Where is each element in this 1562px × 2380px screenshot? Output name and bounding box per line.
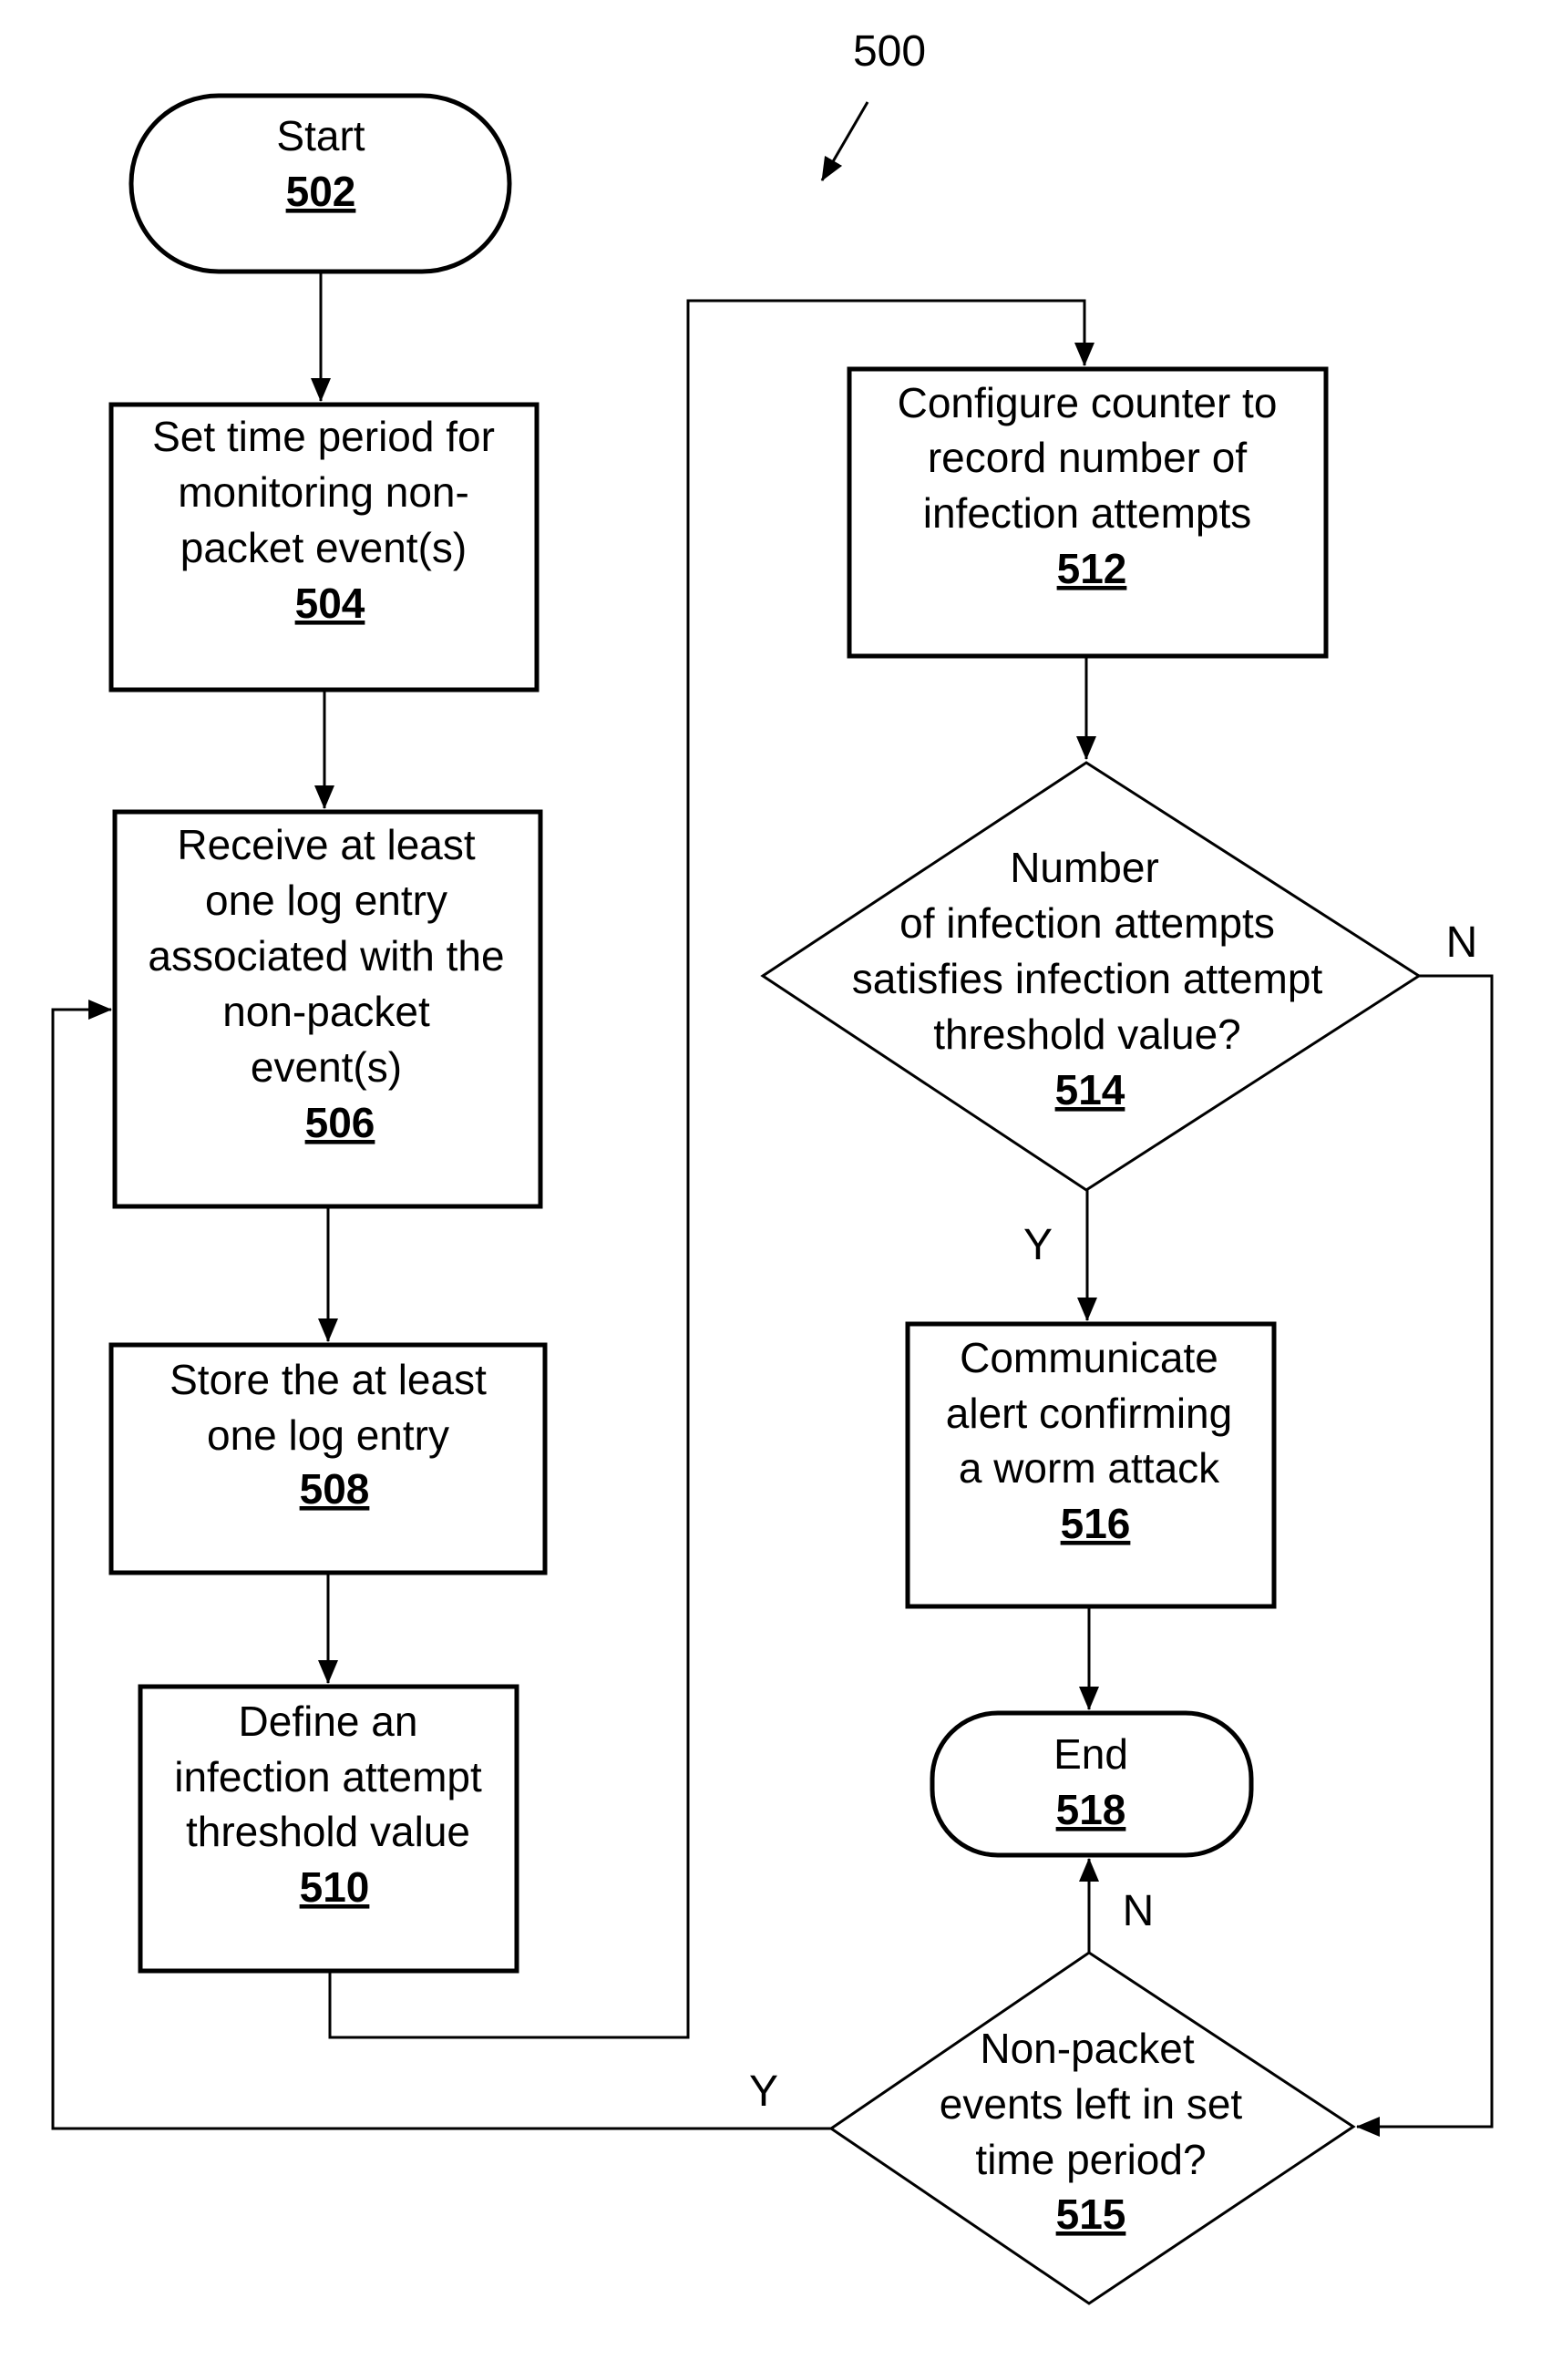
step-506-ref: 506 bbox=[305, 1099, 375, 1146]
decision-514-line: of infection attempts bbox=[899, 899, 1275, 947]
step-512: Configure counter to record number of in… bbox=[847, 366, 1329, 659]
start-ref: 502 bbox=[286, 168, 356, 215]
step-516-line: Communicate bbox=[960, 1334, 1218, 1381]
step-504: Set time period for monitoring non- pack… bbox=[108, 402, 540, 692]
step-506: Receive at least one log entry associate… bbox=[112, 809, 543, 1209]
step-504-line: monitoring non- bbox=[178, 468, 469, 516]
step-506-line: associated with the bbox=[148, 932, 504, 980]
step-508-line: one log entry bbox=[207, 1411, 449, 1459]
end-terminator: End 518 bbox=[930, 1710, 1254, 1858]
figure-reference-label: 500 bbox=[853, 27, 926, 76]
decision-515-line: Non-packet bbox=[980, 2025, 1194, 2072]
step-508-ref: 508 bbox=[300, 1465, 370, 1513]
decision-514-line: Number bbox=[1010, 844, 1159, 891]
edge-514-515-no bbox=[1356, 974, 1494, 2137]
step-510-line: threshold value bbox=[186, 1808, 470, 1855]
step-510-line: Define an bbox=[239, 1698, 418, 1745]
decision-514-ref: 514 bbox=[1055, 1066, 1125, 1113]
start-terminator: Start 502 bbox=[128, 93, 512, 274]
decision-514-no-label: N bbox=[1446, 918, 1478, 967]
step-506-line: event(s) bbox=[251, 1043, 402, 1091]
end-label: End bbox=[1053, 1730, 1128, 1778]
end-ref: 518 bbox=[1056, 1786, 1126, 1833]
decision-515-ref: 515 bbox=[1056, 2190, 1126, 2238]
step-516-line: a worm attack bbox=[959, 1444, 1220, 1492]
step-516-ref: 516 bbox=[1061, 1500, 1131, 1547]
figure-reference-arrow bbox=[820, 101, 869, 181]
step-508: Store the at least one log entry 508 bbox=[108, 1342, 548, 1575]
step-512-line: record number of bbox=[928, 434, 1247, 481]
decision-514: Number of infection attempts satisfies i… bbox=[760, 761, 1422, 1192]
step-506-line: non-packet bbox=[222, 988, 430, 1035]
step-504-ref: 504 bbox=[295, 580, 365, 627]
step-512-line: Configure counter to bbox=[898, 379, 1278, 426]
step-504-line: packet event(s) bbox=[180, 524, 467, 571]
step-510-line: infection attempt bbox=[174, 1753, 482, 1800]
start-label: Start bbox=[276, 112, 365, 159]
decision-514-yes-label: Y bbox=[1023, 1221, 1053, 1269]
step-512-line: infection attempts bbox=[923, 489, 1252, 537]
decision-515-line: time period? bbox=[975, 2136, 1206, 2183]
step-506-line: one log entry bbox=[205, 877, 447, 924]
step-512-ref: 512 bbox=[1057, 545, 1127, 592]
decision-514-line: satisfies infection attempt bbox=[852, 955, 1323, 1002]
step-506-line: Receive at least bbox=[177, 821, 475, 868]
flowchart: 500 Start 502 Set time period for monito… bbox=[51, 27, 1494, 2305]
decision-515-line: events left in set bbox=[940, 2080, 1243, 2128]
decision-515-no-label: N bbox=[1123, 1887, 1155, 1935]
step-516: Communicate alert confirming a worm atta… bbox=[905, 1321, 1277, 1609]
decision-515: Non-packet events left in set time perio… bbox=[828, 1951, 1356, 2305]
step-516-line: alert confirming bbox=[946, 1390, 1232, 1437]
decision-514-line: threshold value? bbox=[933, 1010, 1241, 1058]
step-510: Define an infection attempt threshold va… bbox=[138, 1684, 519, 1974]
decision-515-yes-label: Y bbox=[749, 2067, 778, 2116]
step-510-ref: 510 bbox=[300, 1863, 370, 1911]
step-508-line: Store the at least bbox=[170, 1356, 487, 1403]
step-504-line: Set time period for bbox=[152, 413, 495, 460]
